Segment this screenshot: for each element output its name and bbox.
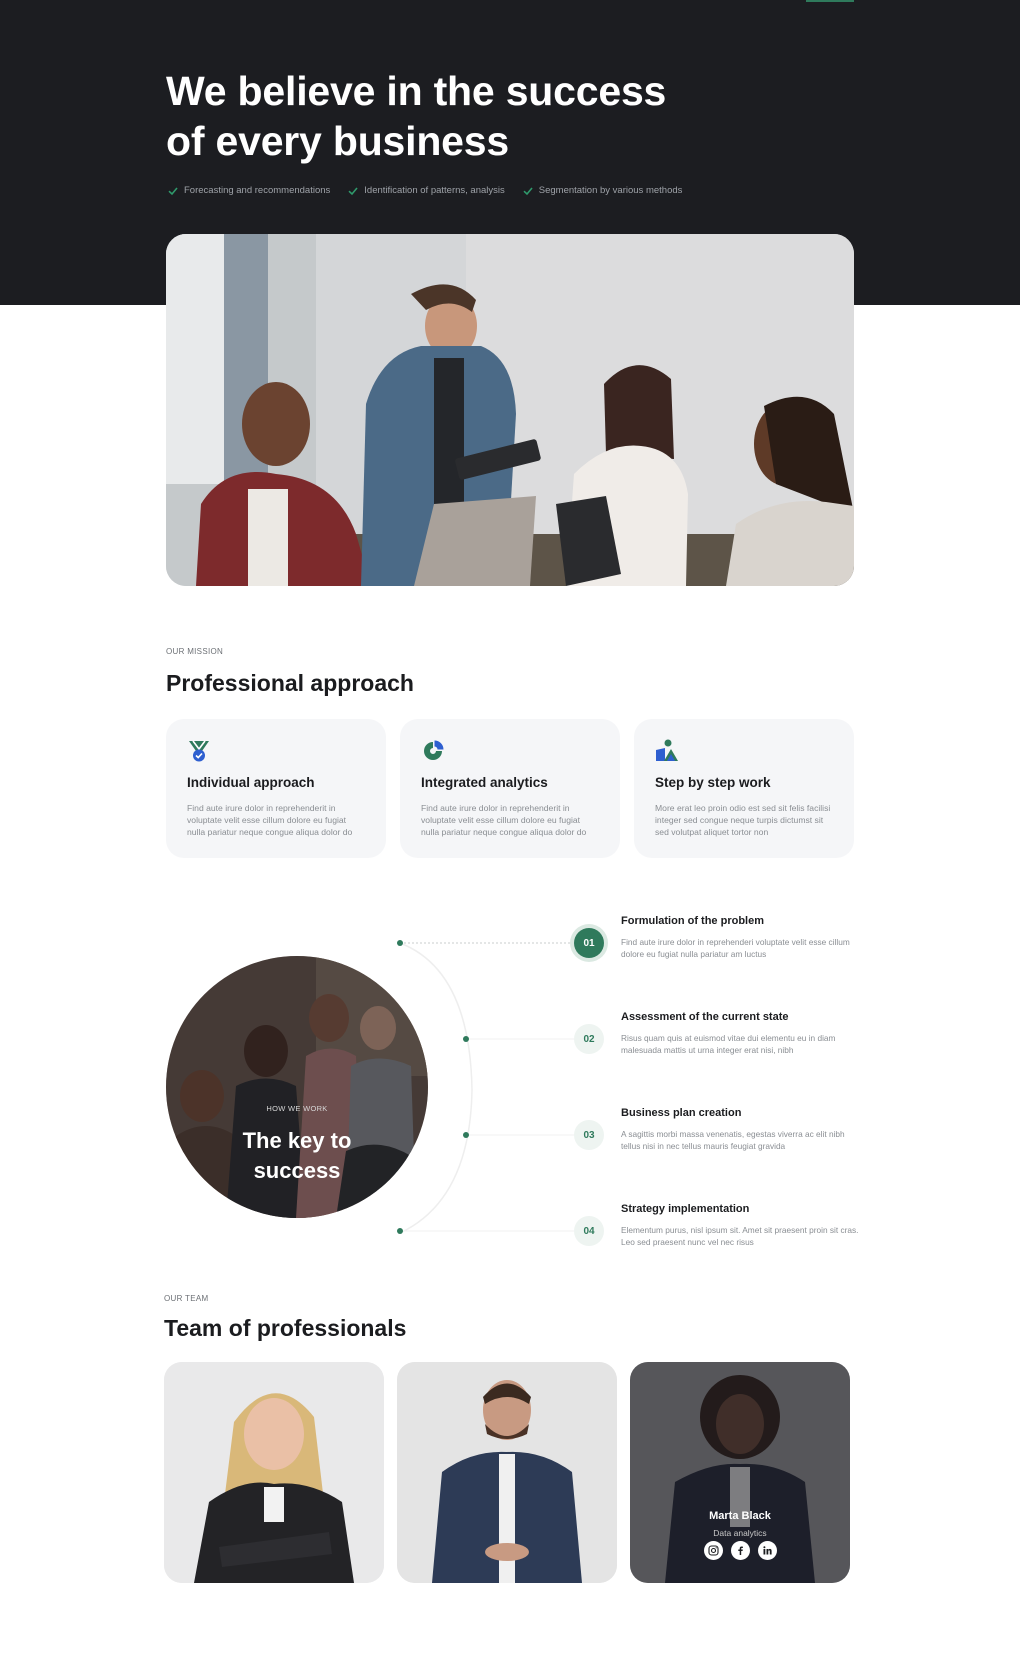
hero-check-item: Segmentation by various methods xyxy=(523,185,683,196)
card-text: Find aute irure dolor in reprehenderit i… xyxy=(421,803,587,837)
hero-title-line-1: We believe in the success xyxy=(166,68,667,114)
card-title: Individual approach xyxy=(187,775,315,790)
process-title-line-2: success xyxy=(253,1158,341,1183)
card-title: Step by step work xyxy=(655,775,771,790)
process-title: The key to success xyxy=(166,1126,428,1186)
hero-check-item: Forecasting and recommendations xyxy=(168,185,330,196)
hero-checklist: Forecasting and recommendations Identifi… xyxy=(168,185,682,196)
hero-check-label: Segmentation by various methods xyxy=(538,185,683,196)
process-section: HOW WE WORK The key to success 01 Formul… xyxy=(0,900,1020,1280)
medal-icon xyxy=(189,740,209,762)
mission-title: Professional approach xyxy=(166,670,414,696)
approach-card: Integrated analytics Find aute irure dol… xyxy=(400,719,620,858)
step-title: Assessment of the current state xyxy=(621,1011,789,1023)
check-icon xyxy=(348,186,358,195)
step-text: A sagittis morbi massa venenatis, egesta… xyxy=(621,1129,845,1151)
step-number-badge: 01 xyxy=(574,928,604,958)
member-name: Marta Black xyxy=(709,1510,771,1522)
pie-chart-icon xyxy=(424,740,444,760)
team-member-card[interactable] xyxy=(397,1362,617,1583)
hero-check-label: Identification of patterns, analysis xyxy=(364,185,505,196)
instagram-icon[interactable] xyxy=(703,1541,723,1560)
team-eyebrow: OUR TEAM xyxy=(164,1294,209,1303)
hero-team-meeting-photo xyxy=(166,234,854,586)
card-text: Find aute irure dolor in reprehenderit i… xyxy=(187,803,353,837)
hero-title-line-2: of every business xyxy=(166,118,509,164)
team-member-card-featured[interactable]: Marta Black Data analytics xyxy=(630,1362,850,1583)
linkedin-icon[interactable] xyxy=(757,1541,777,1560)
hero-title: We believe in the success of every busin… xyxy=(166,66,726,166)
step-title: Strategy implementation xyxy=(621,1203,750,1215)
approach-card: Individual approach Find aute irure dolo… xyxy=(166,719,386,858)
team-member-card[interactable] xyxy=(164,1362,384,1583)
hero-check-label: Forecasting and recommendations xyxy=(184,185,331,196)
process-title-line-1: The key to xyxy=(242,1128,352,1153)
approach-cards: Individual approach Find aute irure dolo… xyxy=(166,719,854,858)
team-title: Team of professionals xyxy=(164,1315,407,1341)
step-number-badge: 03 xyxy=(574,1120,604,1150)
check-icon xyxy=(168,186,178,195)
hero-accent-bar xyxy=(806,0,854,2)
mission-eyebrow: OUR MISSION xyxy=(166,647,224,656)
step-number-badge: 04 xyxy=(574,1216,604,1246)
shapes-icon xyxy=(656,739,678,761)
check-icon xyxy=(523,186,533,195)
hero-check-item: Identification of patterns, analysis xyxy=(348,185,505,196)
facebook-icon[interactable] xyxy=(730,1541,750,1560)
member-role: Data analytics xyxy=(713,1528,767,1538)
team-grid: Marta Black Data analytics xyxy=(164,1362,850,1583)
step-text: Risus quam quis at euismod vitae dui ele… xyxy=(621,1033,836,1055)
member-socials xyxy=(630,1541,850,1560)
member-photo-blonde-woman xyxy=(164,1362,384,1583)
card-title: Integrated analytics xyxy=(421,775,548,790)
process-eyebrow: HOW WE WORK xyxy=(266,1104,328,1113)
process-connectors xyxy=(397,940,574,1234)
card-text: More erat leo proin odio est sed sit fel… xyxy=(655,803,831,837)
step-title: Formulation of the problem xyxy=(621,915,764,927)
step-text: Find aute irure dolor in reprehenderi vo… xyxy=(621,937,850,959)
step-text: Elementum purus, nisl ipsum sit. Amet si… xyxy=(621,1225,859,1247)
step-number-badge: 02 xyxy=(574,1024,604,1054)
process-team-photo: HOW WE WORK The key to success xyxy=(166,956,428,1218)
meeting-illustration xyxy=(166,234,854,586)
approach-card: Step by step work More erat leo proin od… xyxy=(634,719,854,858)
step-title: Business plan creation xyxy=(621,1107,742,1119)
member-photo-bearded-man xyxy=(397,1362,617,1583)
